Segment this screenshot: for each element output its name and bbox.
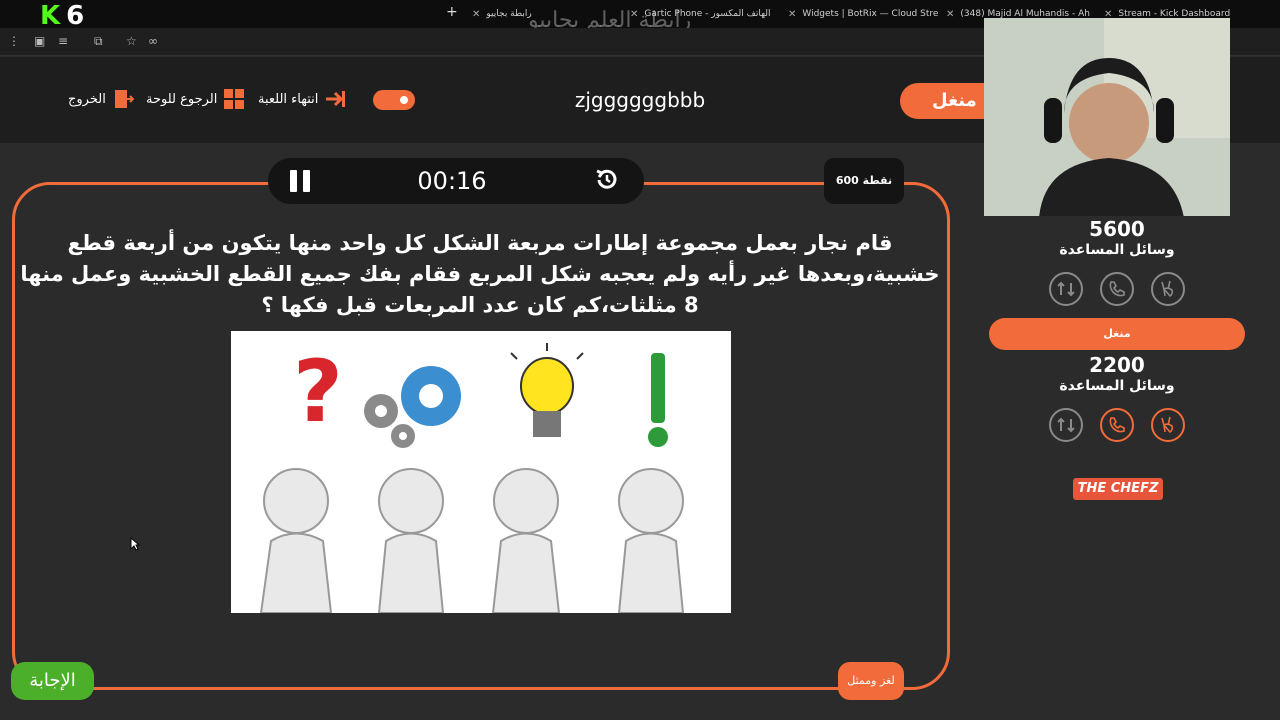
- team1-aids-label: وسائل المساعدة: [1059, 242, 1175, 258]
- team1-double-aid[interactable]: [1151, 272, 1185, 306]
- extension-icon[interactable]: ▣: [34, 34, 45, 48]
- team1-swap-aid[interactable]: [1049, 272, 1083, 306]
- new-tab-button[interactable]: +: [446, 4, 458, 20]
- logo-letter: K: [40, 1, 61, 31]
- game-title: zjggggggbbb: [574, 88, 706, 112]
- webcam-feed: [984, 18, 1230, 216]
- toggle-knob: [397, 93, 411, 107]
- end-game-label: انتهاء اللعبة: [258, 91, 319, 107]
- timer-display: 00:16: [417, 167, 487, 195]
- svg-text:?: ?: [293, 342, 343, 442]
- close-icon[interactable]: ✕: [472, 9, 480, 20]
- phone-icon: [1109, 281, 1125, 297]
- phone-icon: [1109, 417, 1125, 433]
- pause-icon[interactable]: [290, 170, 312, 192]
- sound-toggle[interactable]: [373, 90, 415, 110]
- peace-hand-icon: [1161, 280, 1174, 298]
- grid-icon: [224, 89, 245, 109]
- team2-double-aid[interactable]: [1151, 408, 1185, 442]
- mouse-cursor-icon: [130, 537, 140, 551]
- puzzle-icon[interactable]: ⧉: [94, 34, 103, 49]
- peace-hand-icon: [1161, 416, 1174, 434]
- team2-call-aid[interactable]: [1100, 408, 1134, 442]
- playlist-icon[interactable]: ≡: [58, 34, 68, 48]
- swap-icon: [1057, 281, 1075, 297]
- close-icon[interactable]: ✕: [946, 9, 954, 20]
- reader-icon[interactable]: ∞: [148, 34, 158, 48]
- points-badge: 600 نقطة: [824, 158, 904, 204]
- star-icon[interactable]: ☆: [126, 34, 137, 48]
- team2-score: 2200: [1089, 353, 1145, 377]
- exit-icon: [114, 90, 134, 108]
- browser-tab[interactable]: ✕ Widgets | BotRix — Cloud Stream: [788, 6, 938, 22]
- tab-label: رابطة بجاييو: [486, 9, 532, 19]
- tab-label: Widgets | BotRix — Cloud Stream: [802, 9, 938, 19]
- exit-label: الخروج: [68, 91, 106, 107]
- question-text: قام نجار بعمل مجموعة إطارات مربعة الشكل …: [20, 231, 940, 317]
- team1-call-aid[interactable]: [1100, 272, 1134, 306]
- question-image: ?: [231, 331, 731, 614]
- exit-button[interactable]: الخروج: [68, 88, 134, 110]
- answer-button[interactable]: الإجابة: [11, 662, 94, 700]
- kick-logo: K6: [40, 3, 84, 29]
- menu-dots-icon[interactable]: ⋮: [8, 34, 20, 48]
- end-game-button[interactable]: انتهاء اللعبة: [258, 88, 346, 110]
- close-icon[interactable]: ✕: [788, 9, 796, 20]
- team2-name-bar: منغل: [989, 318, 1245, 350]
- back-to-board-label: الرجوع للوحة: [146, 91, 218, 107]
- logo-number: 6: [66, 1, 85, 31]
- team2-swap-aid[interactable]: [1049, 408, 1083, 442]
- sponsor-logo: THE CHEFZ: [1073, 478, 1163, 500]
- swap-icon: [1057, 417, 1075, 433]
- back-to-board-button[interactable]: الرجوع للوحة: [146, 88, 245, 110]
- team1-score: 5600: [1089, 217, 1145, 241]
- reset-timer-icon[interactable]: [593, 166, 621, 194]
- category-button[interactable]: لغز وممثل: [838, 662, 904, 700]
- team2-aids-label: وسائل المساعدة: [1059, 378, 1175, 394]
- end-arrow-icon: [326, 91, 346, 107]
